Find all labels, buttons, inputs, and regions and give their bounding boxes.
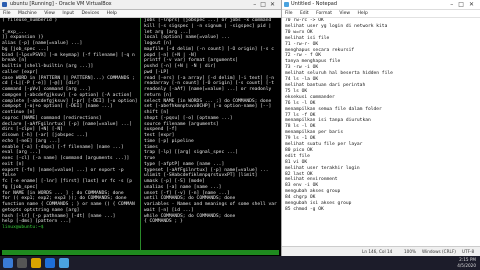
- notepad-window: Untitled - Notepad –□✕ File Edit Format …: [281, 0, 480, 256]
- file-explorer-icon[interactable]: [31, 258, 41, 268]
- zoom-level: 100%: [404, 249, 416, 254]
- start-button[interactable]: [3, 258, 13, 268]
- terminal-line: kill [-s sigspec | -n signum | -sigspec]…: [144, 23, 272, 29]
- terminal-right-column: jobs [-lnprs] [jobspec ...] or jobs -x c…: [144, 18, 279, 225]
- notepad-window-controls[interactable]: –□✕: [450, 0, 479, 9]
- terminal-divider: [140, 18, 141, 250]
- terminal-line: function name { COMMANDS ; } or name () …: [2, 202, 135, 207]
- notepad-window-title: Untitled - Notepad: [291, 1, 338, 7]
- terminal-line: fc [-e ename] [-lnr] [first] [last] or f…: [2, 179, 132, 184]
- terminal-line: exec [-cl] [-a name] [command [arguments…: [2, 156, 130, 161]
- system-clock[interactable]: 2:15 PM 4/5/2020: [440, 257, 476, 269]
- search-icon[interactable]: [17, 258, 27, 268]
- terminal-line: readonly [-aAf] [name[=value] ...] or re…: [144, 87, 272, 92]
- notepad-icon: [284, 2, 289, 7]
- notepad-menu-format[interactable]: Format: [316, 11, 332, 16]
- taskbar: 2:15 PM 4/5/2020: [0, 256, 480, 270]
- terminal-screen[interactable]: ( fileuse_numberid ) f_exp_...]] expansi…: [2, 18, 279, 250]
- virtualbox-window: ubuntu [Running] - Oracle VM VirtualBox …: [0, 0, 281, 256]
- vm-menu-bar: File Machine View Input Devices Help: [0, 10, 281, 18]
- notepad-menu-edit[interactable]: Edit: [300, 11, 309, 16]
- terminal-line: compgen [-abcdefgjksuv] [-o option] [-A …: [2, 92, 132, 98]
- notepad-menu-file[interactable]: File: [285, 11, 293, 16]
- cursor-position: Ln 146, Col 14: [362, 249, 393, 254]
- terminal-line: export [-fn] [name[=value] ...] or expor…: [2, 167, 124, 173]
- vm-title-bar: ubuntu [Running] - Oracle VM VirtualBox …: [0, 0, 281, 10]
- terminal-left-column: ( fileuse_numberid ) f_exp_...]] expansi…: [2, 18, 138, 231]
- notepad-line: 85 chmod -g OK: [285, 207, 324, 212]
- terminal-line: mapfile [-d delim] [-n count] [-O origin…: [144, 46, 274, 52]
- terminal-line: variables - Names and meanings of some s…: [144, 202, 277, 207]
- vm-menu-devices[interactable]: Devices: [81, 11, 99, 16]
- line-ending: Windows (CRLF): [422, 249, 456, 254]
- vm-menu-help[interactable]: Help: [107, 11, 117, 16]
- vm-menu-machine[interactable]: Machine: [18, 11, 37, 16]
- notepad-menu-bar: File Edit Format View Help: [282, 10, 480, 18]
- vm-menu-view[interactable]: View: [44, 11, 55, 16]
- notepad-status-bar: Ln 146, Col 14 100% Windows (CRLF) UTF-8: [282, 246, 480, 256]
- terminal-line: linux@ubuntu:~$: [2, 225, 47, 230]
- encoding: UTF-8: [462, 249, 475, 254]
- notepad-menu-view[interactable]: View: [339, 11, 350, 16]
- vm-menu-input[interactable]: Input: [62, 11, 74, 16]
- virtualbox-taskbar-icon[interactable]: [45, 258, 55, 268]
- vm-window-title: ubuntu [Running] - Oracle VM VirtualBox: [10, 1, 112, 7]
- terminal-line: jobs [-lnprs] [jobspec ...] or jobs -x c…: [144, 18, 272, 23]
- notepad-title-bar: Untitled - Notepad –□✕: [282, 0, 480, 10]
- notepad-text-area[interactable]: 70 rw-rc -> OK melihat user yg login di n…: [285, 18, 478, 241]
- terminal-line: { COMMANDS ; }: [144, 219, 183, 225]
- notepad-taskbar-icon[interactable]: [59, 258, 69, 268]
- vm-window-controls[interactable]: –□✕: [253, 0, 279, 9]
- vm-menu-file[interactable]: File: [3, 11, 11, 16]
- clock-date: 4/5/2020: [457, 263, 476, 268]
- vm-status-bar: [2, 250, 279, 255]
- virtualbox-icon: [2, 2, 7, 7]
- notepad-menu-help[interactable]: Help: [358, 11, 368, 16]
